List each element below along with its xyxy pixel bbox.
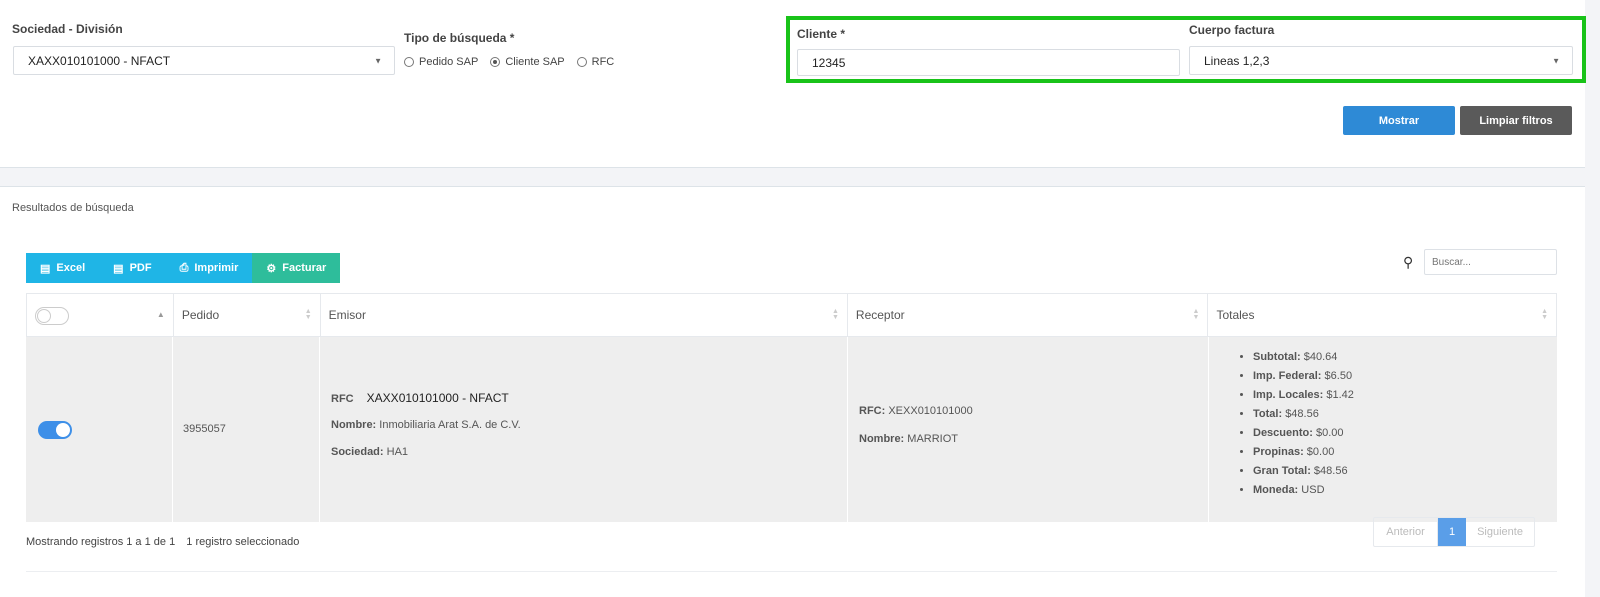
list-item: Imp. Locales: $1.42 [1253, 386, 1354, 405]
pager-next-button[interactable]: Siguiente [1466, 518, 1534, 546]
divider [26, 571, 1557, 572]
cuerpo-factura-value: Lineas 1,2,3 [1204, 53, 1270, 68]
totales-cell: Subtotal: $40.64 Imp. Federal: $6.50 Imp… [1209, 337, 1557, 522]
sort-icon: ▲ ▼ [831, 308, 839, 321]
list-item: Descuento: $0.00 [1253, 424, 1354, 443]
file-excel-icon: ▤ [40, 262, 51, 275]
records-info: Mostrando registros 1 a 1 de 1 [26, 536, 176, 548]
list-item: Propinas: $0.00 [1253, 443, 1354, 462]
emisor-sociedad: Sociedad: HA1 [331, 446, 409, 458]
list-item: Gran Total: $48.56 [1253, 462, 1354, 481]
table-row[interactable]: 3955057 RFC XAXX010101000 - NFACT Nombre… [26, 337, 1557, 522]
table-header: ▲ Pedido ▲ ▼ Emisor ▲ ▼ Receptor ▲ ▼ Totale… [26, 293, 1557, 337]
imprimir-button[interactable]: ⎙ Imprimir [165, 253, 253, 283]
column-header-receptor[interactable]: Receptor ▲ ▼ [848, 294, 1209, 336]
results-title: Resultados de búsqueda [12, 202, 134, 214]
sort-asc-icon: ▲ [156, 310, 165, 319]
selected-info: 1 registro seleccionado [186, 536, 300, 548]
toggle-knob [56, 423, 70, 437]
toggle-knob [37, 309, 51, 323]
list-item: Moneda: USD [1253, 481, 1354, 500]
cliente-value: 12345 [812, 55, 846, 70]
sociedad-select[interactable]: XAXX010101000 - NFACT ▼ [13, 46, 395, 75]
select-all-toggle[interactable] [35, 307, 69, 325]
radio-circle [576, 57, 587, 67]
receptor-cell: RFC: XEXX010101000 Nombre: MARRIOT [848, 337, 1209, 522]
cliente-label: Cliente * [797, 27, 846, 41]
search-input[interactable] [1424, 249, 1557, 275]
pager-prev-button[interactable]: Anterior [1374, 518, 1438, 546]
pagination: Anterior 1 Siguiente [1373, 517, 1535, 547]
excel-button[interactable]: ▤ Excel [26, 253, 100, 283]
pager-page-1[interactable]: 1 [1438, 518, 1466, 546]
search-icon: ⚲ [1403, 254, 1414, 270]
column-header-pedido[interactable]: Pedido ▲ ▼ [174, 294, 321, 336]
filters-panel: Sociedad - División XAXX010101000 - NFAC… [0, 0, 1586, 168]
tipo-busqueda-label: Tipo de búsqueda * [404, 31, 515, 45]
results-panel: Resultados de búsqueda ▤ Excel ▤ PDF ⎙ I… [0, 186, 1585, 597]
radio-circle [404, 57, 414, 67]
pedido-cell: 3955057 [173, 337, 320, 522]
sociedad-label: Sociedad - División [12, 22, 123, 36]
select-all-header: ▲ [27, 294, 174, 336]
sort-icon: ▲ ▼ [1541, 308, 1548, 321]
list-item: Total: $48.56 [1253, 405, 1354, 424]
list-item: Imp. Federal: $6.50 [1253, 367, 1354, 386]
column-header-totales[interactable]: Totales ▲ ▼ [1208, 294, 1556, 336]
chevron-down-icon: ▼ [1552, 56, 1560, 65]
radio-cliente-sap[interactable]: Cliente SAP [490, 56, 565, 68]
radio-circle-selected [490, 57, 501, 67]
cuerpo-factura-select[interactable]: Lineas 1,2,3 ▼ [1189, 46, 1573, 75]
sociedad-value: XAXX010101000 - NFACT [28, 53, 171, 68]
export-toolbar: ▤ Excel ▤ PDF ⎙ Imprimir ⚙ Facturar [26, 253, 341, 283]
pdf-button[interactable]: ▤ PDF [99, 253, 166, 283]
emisor-rfc: RFC XAXX010101000 - NFACT [331, 391, 509, 405]
tipo-busqueda-radio-group: Pedido SAP Cliente SAP RFC [404, 56, 626, 68]
column-header-emisor[interactable]: Emisor ▲ ▼ [321, 294, 848, 336]
emisor-cell: RFC XAXX010101000 - NFACT Nombre: Inmobi… [320, 337, 848, 522]
file-pdf-icon: ▤ [113, 262, 124, 275]
radio-rfc[interactable]: RFC [576, 56, 614, 68]
receptor-rfc: RFC: XEXX010101000 [859, 405, 973, 417]
cuerpo-factura-label: Cuerpo factura [1189, 23, 1275, 37]
totales-list: Subtotal: $40.64 Imp. Federal: $6.50 Imp… [1231, 348, 1354, 500]
radio-pedido-sap[interactable]: Pedido SAP [404, 56, 478, 68]
pedido-value: 3955057 [183, 423, 226, 435]
receptor-nombre: Nombre: MARRIOT [859, 433, 959, 445]
cliente-input[interactable]: 12345 [797, 49, 1180, 76]
gear-icon: ⚙ [266, 262, 277, 275]
sort-icon: ▲ ▼ [1192, 308, 1200, 321]
print-icon: ⎙ [179, 261, 189, 274]
limpiar-filtros-button[interactable]: Limpiar filtros [1460, 106, 1572, 135]
results-table: ▲ Pedido ▲ ▼ Emisor ▲ ▼ Receptor ▲ ▼ Totale… [26, 293, 1557, 522]
chevron-down-icon: ▼ [374, 56, 382, 65]
facturar-button[interactable]: ⚙ Facturar [252, 253, 341, 283]
sort-icon: ▲ ▼ [304, 308, 312, 321]
row-select-toggle[interactable] [38, 421, 72, 439]
list-item: Subtotal: $40.64 [1253, 348, 1354, 367]
row-select-cell [26, 337, 173, 522]
mostrar-button[interactable]: Mostrar [1343, 106, 1455, 135]
table-info: Mostrando registros 1 a 1 de 1 1 registr… [26, 536, 299, 548]
emisor-nombre: Nombre: Inmobiliaria Arat S.A. de C.V. [331, 419, 521, 431]
